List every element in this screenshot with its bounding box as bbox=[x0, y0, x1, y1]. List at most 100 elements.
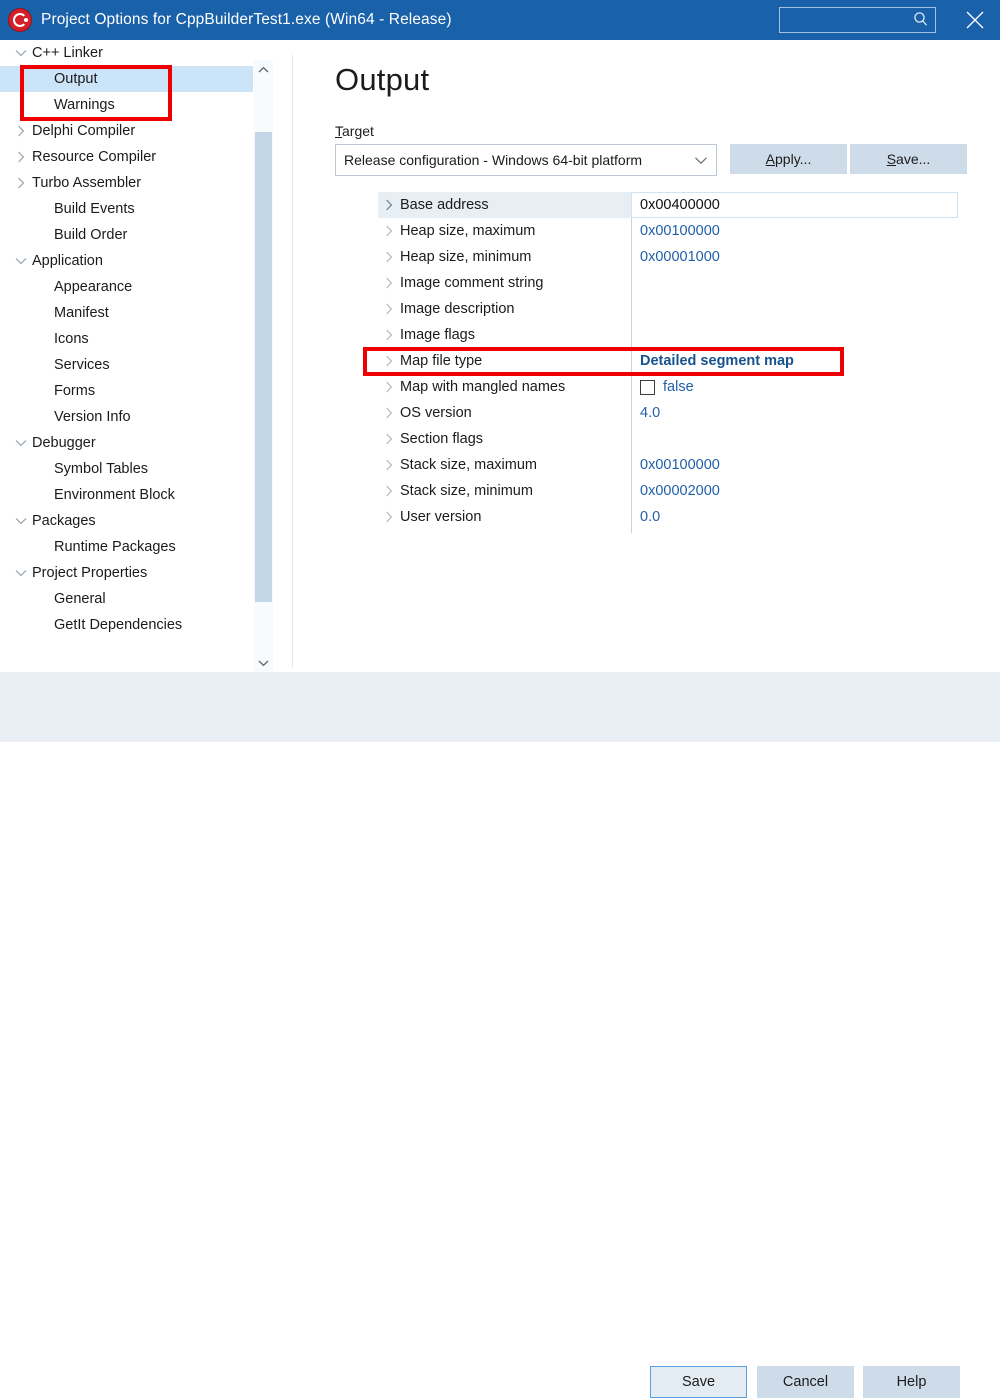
sidebar-item-build-events[interactable]: Build Events bbox=[0, 196, 253, 222]
sidebar-item-services[interactable]: Services bbox=[0, 352, 253, 378]
sidebar-item-label: General bbox=[54, 591, 106, 607]
sidebar-item-label: Build Events bbox=[54, 201, 135, 217]
sidebar-item-environment-block[interactable]: Environment Block bbox=[0, 482, 253, 508]
sidebar-item-label: Build Order bbox=[54, 227, 128, 243]
chevron-down-icon bbox=[686, 156, 716, 165]
target-configuration-select[interactable]: Release configuration - Windows 64-bit p… bbox=[335, 144, 717, 176]
property-name: Image comment string bbox=[400, 275, 544, 291]
search-input[interactable] bbox=[784, 10, 910, 30]
property-value-cell[interactable]: false bbox=[631, 374, 958, 400]
chevron-right-icon[interactable] bbox=[10, 125, 32, 137]
sidebar-item-c-linker[interactable]: C++ Linker bbox=[0, 40, 253, 66]
property-value-cell[interactable]: Detailed segment map bbox=[631, 348, 958, 374]
chevron-right-icon[interactable] bbox=[378, 485, 400, 497]
property-name: Image description bbox=[400, 301, 515, 317]
close-button[interactable] bbox=[952, 0, 997, 40]
sidebar-item-general[interactable]: General bbox=[0, 586, 253, 612]
property-row[interactable]: Image comment string bbox=[378, 270, 958, 296]
scroll-down-button[interactable] bbox=[254, 653, 273, 672]
property-value-cell[interactable] bbox=[631, 296, 958, 322]
chevron-right-icon[interactable] bbox=[378, 303, 400, 315]
chevron-right-icon[interactable] bbox=[378, 459, 400, 471]
chevron-right-icon[interactable] bbox=[10, 177, 32, 189]
chevron-right-icon[interactable] bbox=[10, 151, 32, 163]
help-button[interactable]: Help bbox=[863, 1366, 960, 1398]
property-value-cell[interactable]: 0x00100000 bbox=[631, 218, 958, 244]
chevron-down-icon[interactable] bbox=[10, 49, 32, 57]
sidebar-item-output[interactable]: Output bbox=[0, 66, 253, 92]
chevron-down-icon[interactable] bbox=[10, 569, 32, 577]
property-value-cell[interactable]: 0.0 bbox=[631, 504, 958, 530]
property-row[interactable]: Base address 0x00400000 bbox=[378, 192, 958, 218]
chevron-down-icon[interactable] bbox=[10, 439, 32, 447]
chevron-right-icon[interactable] bbox=[378, 199, 400, 211]
sidebar-item-version-info[interactable]: Version Info bbox=[0, 404, 253, 430]
chevron-down-icon[interactable] bbox=[10, 257, 32, 265]
chevron-right-icon[interactable] bbox=[378, 329, 400, 341]
property-row[interactable]: Map with mangled names false bbox=[378, 374, 958, 400]
property-row[interactable]: Section flags bbox=[378, 426, 958, 452]
sidebar-item-runtime-packages[interactable]: Runtime Packages bbox=[0, 534, 253, 560]
sidebar-item-warnings[interactable]: Warnings bbox=[0, 92, 253, 118]
sidebar-item-getit-dependencies[interactable]: GetIt Dependencies bbox=[0, 612, 253, 638]
property-value-cell[interactable] bbox=[631, 322, 958, 348]
save-as-button[interactable]: Save... bbox=[850, 144, 967, 174]
chevron-right-icon[interactable] bbox=[378, 355, 400, 367]
property-name-cell: Map file type bbox=[378, 348, 631, 374]
sidebar-item-turbo-assembler[interactable]: Turbo Assembler bbox=[0, 170, 253, 196]
chevron-right-icon[interactable] bbox=[378, 277, 400, 289]
sidebar-item-debugger[interactable]: Debugger bbox=[0, 430, 253, 456]
sidebar-item-symbol-tables[interactable]: Symbol Tables bbox=[0, 456, 253, 482]
property-row[interactable]: Heap size, minimum 0x00001000 bbox=[378, 244, 958, 270]
settings-tree[interactable]: C++ Linker Output Warnings Delphi Compiler R… bbox=[0, 40, 253, 672]
property-value-cell[interactable]: 0x00400000 bbox=[631, 192, 958, 218]
property-name-cell: Map with mangled names bbox=[378, 374, 631, 400]
cancel-button[interactable]: Cancel bbox=[757, 1366, 854, 1398]
main-panel: Output Target Release configuration - Wi… bbox=[293, 40, 1000, 672]
apply-button[interactable]: Apply... bbox=[730, 144, 847, 174]
sidebar-item-manifest[interactable]: Manifest bbox=[0, 300, 253, 326]
chevron-right-icon[interactable] bbox=[378, 433, 400, 445]
sidebar-item-delphi-compiler[interactable]: Delphi Compiler bbox=[0, 118, 253, 144]
property-value-cell[interactable]: 0x00100000 bbox=[631, 452, 958, 478]
property-row[interactable]: Map file type Detailed segment map bbox=[378, 348, 958, 374]
property-value-cell[interactable]: 0x00001000 bbox=[631, 244, 958, 270]
property-row[interactable]: User version 0.0 bbox=[378, 504, 958, 530]
chevron-right-icon[interactable] bbox=[378, 381, 400, 393]
sidebar-item-build-order[interactable]: Build Order bbox=[0, 222, 253, 248]
property-grid[interactable]: Base address 0x00400000 Heap size, maximum… bbox=[378, 192, 958, 533]
property-value-cell[interactable] bbox=[631, 426, 958, 452]
property-row[interactable]: Image flags bbox=[378, 322, 958, 348]
search-box[interactable] bbox=[779, 7, 936, 33]
property-value-cell[interactable]: 4.0 bbox=[631, 400, 958, 426]
property-row[interactable]: Image description bbox=[378, 296, 958, 322]
scrollbar-thumb[interactable] bbox=[255, 132, 272, 602]
property-row[interactable]: Stack size, maximum 0x00100000 bbox=[378, 452, 958, 478]
sidebar-item-packages[interactable]: Packages bbox=[0, 508, 253, 534]
property-checkbox[interactable] bbox=[640, 379, 655, 395]
chevron-down-icon[interactable] bbox=[10, 517, 32, 525]
sidebar-item-application[interactable]: Application bbox=[0, 248, 253, 274]
property-row[interactable]: Heap size, maximum 0x00100000 bbox=[378, 218, 958, 244]
save-button[interactable]: Save bbox=[650, 1366, 747, 1398]
sidebar-item-label: Version Info bbox=[54, 409, 131, 425]
sidebar-item-forms[interactable]: Forms bbox=[0, 378, 253, 404]
sidebar-item-appearance[interactable]: Appearance bbox=[0, 274, 253, 300]
sidebar-item-resource-compiler[interactable]: Resource Compiler bbox=[0, 144, 253, 170]
target-label-accel: T bbox=[335, 123, 342, 139]
sidebar-scrollbar[interactable] bbox=[253, 60, 273, 672]
chevron-right-icon[interactable] bbox=[378, 225, 400, 237]
property-value-cell[interactable] bbox=[631, 270, 958, 296]
property-row[interactable]: OS version 4.0 bbox=[378, 400, 958, 426]
chevron-right-icon[interactable] bbox=[378, 251, 400, 263]
dialog-footer: Save Cancel Help bbox=[0, 672, 1000, 1398]
property-row[interactable]: Stack size, minimum 0x00002000 bbox=[378, 478, 958, 504]
chevron-right-icon[interactable] bbox=[378, 407, 400, 419]
property-value: Detailed segment map bbox=[640, 353, 794, 369]
sidebar-item-icons[interactable]: Icons bbox=[0, 326, 253, 352]
property-value-cell[interactable]: 0x00002000 bbox=[631, 478, 958, 504]
apply-button-accel: A bbox=[765, 151, 776, 167]
sidebar-item-project-properties[interactable]: Project Properties bbox=[0, 560, 253, 586]
scroll-up-button[interactable] bbox=[254, 60, 273, 79]
chevron-right-icon[interactable] bbox=[378, 511, 400, 523]
